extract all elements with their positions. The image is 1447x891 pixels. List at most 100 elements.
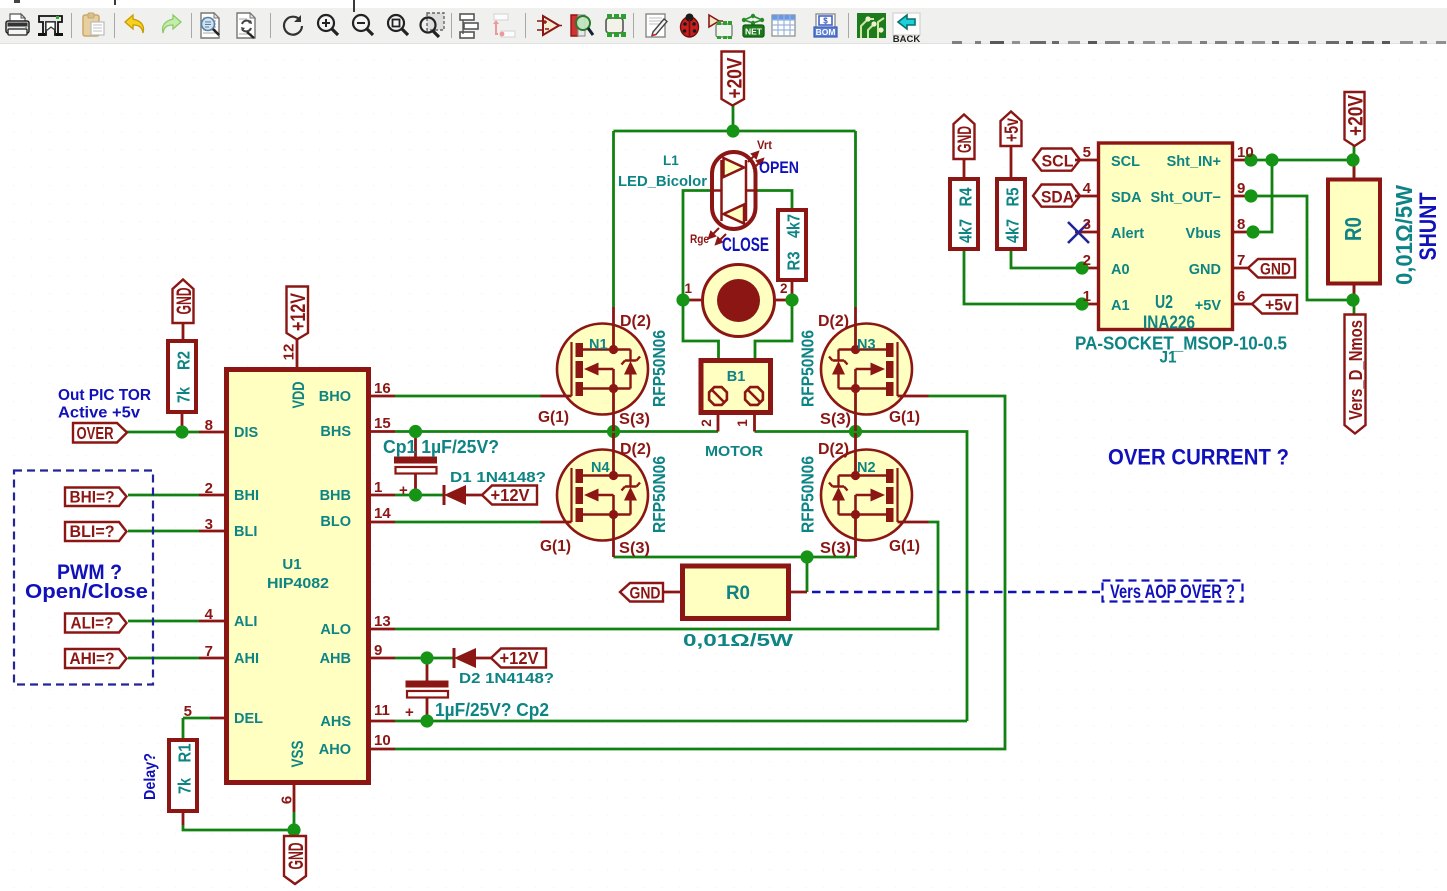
svg-text:GND: GND — [630, 584, 661, 603]
svg-text:+: + — [405, 704, 414, 721]
svg-text:AHI: AHI — [234, 651, 259, 667]
svg-text:11: 11 — [374, 702, 390, 719]
svg-text:4k7: 4k7 — [784, 214, 804, 238]
svg-text:RFP50N06: RFP50N06 — [649, 456, 669, 533]
svg-text:S(3): S(3) — [820, 540, 851, 557]
svg-text:6: 6 — [1237, 288, 1245, 305]
svg-text:14: 14 — [374, 505, 391, 522]
svg-text:N2: N2 — [857, 460, 876, 476]
svg-text:GND: GND — [1260, 260, 1291, 279]
svg-text:Alert: Alert — [1111, 226, 1144, 242]
svg-text:SCL: SCL — [1042, 152, 1074, 171]
svg-text:R0: R0 — [726, 583, 750, 604]
svg-text:NET: NET — [745, 27, 763, 37]
svg-text:RFP50N06: RFP50N06 — [649, 330, 669, 407]
svg-text:AHI=?: AHI=? — [70, 650, 115, 668]
svg-text:D(2): D(2) — [818, 313, 849, 330]
svg-text:D(2): D(2) — [818, 441, 849, 458]
svg-text:+5v: +5v — [1265, 296, 1293, 315]
svg-text:GND: GND — [954, 126, 976, 153]
svg-text:CLOSE: CLOSE — [722, 234, 769, 256]
svg-text:AHS: AHS — [320, 714, 351, 730]
svg-text:Vrt: Vrt — [757, 138, 772, 152]
svg-text:S(3): S(3) — [820, 411, 851, 428]
svg-text:2: 2 — [1083, 252, 1091, 269]
svg-text:12: 12 — [281, 344, 298, 361]
svg-text:SHUNT: SHUNT — [1415, 192, 1442, 260]
svg-text:10: 10 — [1237, 144, 1254, 161]
svg-text:BHS: BHS — [320, 424, 351, 440]
svg-text:Sht_IN+: Sht_IN+ — [1167, 154, 1221, 170]
svg-text:Open/Close: Open/Close — [25, 581, 148, 603]
svg-text:7k: 7k — [175, 778, 195, 794]
svg-text:SCL: SCL — [1111, 154, 1140, 170]
svg-text:$: $ — [823, 17, 828, 26]
svg-text:L1: L1 — [663, 153, 679, 168]
svg-text:G(1): G(1) — [538, 409, 569, 426]
svg-text:4: 4 — [1083, 180, 1092, 197]
svg-text:J1: J1 — [1160, 349, 1177, 367]
svg-text:+20V: +20V — [723, 57, 747, 99]
svg-text:8: 8 — [205, 417, 213, 434]
svg-text:DEL: DEL — [234, 711, 263, 727]
svg-text:13: 13 — [374, 613, 391, 630]
svg-text:VDD: VDD — [290, 381, 308, 408]
svg-text:S(3): S(3) — [619, 540, 650, 557]
svg-text:AHB: AHB — [320, 651, 351, 667]
svg-text:Sht_OUT−: Sht_OUT− — [1151, 190, 1222, 206]
svg-text:ALI=?: ALI=? — [71, 615, 114, 633]
svg-text:+5v: +5v — [1001, 118, 1023, 142]
svg-text:U2: U2 — [1155, 291, 1173, 312]
svg-text:PA-SOCKET_MSOP-10-0.5: PA-SOCKET_MSOP-10-0.5 — [1075, 334, 1287, 354]
svg-text:OPEN: OPEN — [759, 158, 799, 177]
svg-text:BOM: BOM — [816, 27, 836, 37]
svg-text:HIP4082: HIP4082 — [267, 575, 329, 592]
svg-text:MOTOR: MOTOR — [705, 444, 764, 460]
svg-text:D1 1N4148?: D1 1N4148? — [450, 470, 546, 486]
svg-text:GND: GND — [285, 843, 308, 870]
svg-text:AHO: AHO — [319, 742, 351, 758]
svg-text:RFP50N06: RFP50N06 — [798, 330, 818, 407]
svg-text:LED_Bicolor: LED_Bicolor — [618, 173, 707, 190]
svg-text:SDA: SDA — [1111, 190, 1142, 206]
svg-text:+12V: +12V — [286, 293, 310, 331]
svg-text:Cp1 1µF/25V?: Cp1 1µF/25V? — [383, 437, 499, 457]
svg-text:D2 1N4148?: D2 1N4148? — [459, 671, 554, 687]
svg-text:GND: GND — [1189, 262, 1221, 278]
svg-text:ALO: ALO — [320, 622, 351, 638]
svg-text:9: 9 — [1237, 180, 1245, 197]
svg-text:BLI=?: BLI=? — [70, 523, 115, 541]
svg-text:7k: 7k — [174, 387, 194, 403]
svg-text:ALI: ALI — [234, 614, 257, 630]
svg-text:Out PIC TOR: Out PIC TOR — [58, 387, 151, 404]
svg-text:Active +5v: Active +5v — [58, 405, 140, 422]
svg-text:R0: R0 — [1340, 217, 1366, 241]
svg-text:Delay?: Delay? — [142, 753, 159, 800]
svg-text:+: + — [399, 482, 408, 499]
svg-text:Vers_D_Nmos: Vers_D_Nmos — [1346, 320, 1366, 420]
svg-text:RFP50N06: RFP50N06 — [798, 456, 818, 533]
svg-text:+5V: +5V — [1195, 298, 1222, 314]
svg-text:N3: N3 — [857, 337, 876, 353]
svg-text:5: 5 — [184, 703, 192, 720]
svg-text:INA226: INA226 — [1143, 312, 1195, 333]
svg-text:3: 3 — [1083, 216, 1091, 233]
svg-text:G(1): G(1) — [889, 409, 920, 426]
svg-text:8: 8 — [1237, 216, 1245, 233]
svg-text:Vbus: Vbus — [1186, 226, 1221, 242]
svg-text:R1: R1 — [175, 743, 195, 762]
svg-text:A0: A0 — [1111, 262, 1130, 278]
svg-text:2: 2 — [205, 480, 213, 497]
svg-text:15: 15 — [374, 415, 391, 432]
svg-text:R2: R2 — [174, 351, 194, 370]
svg-text:0,01Ω/5W: 0,01Ω/5W — [1391, 185, 1417, 285]
svg-text:1: 1 — [735, 419, 750, 427]
svg-text:G(1): G(1) — [540, 538, 571, 555]
svg-text:GND: GND — [173, 288, 196, 315]
svg-text:D(2): D(2) — [620, 441, 651, 458]
svg-text:BLO: BLO — [320, 514, 351, 530]
svg-text:N1: N1 — [589, 337, 608, 353]
svg-text:+12V: +12V — [500, 648, 539, 668]
svg-text:1: 1 — [684, 281, 692, 296]
svg-text:6: 6 — [279, 796, 296, 804]
